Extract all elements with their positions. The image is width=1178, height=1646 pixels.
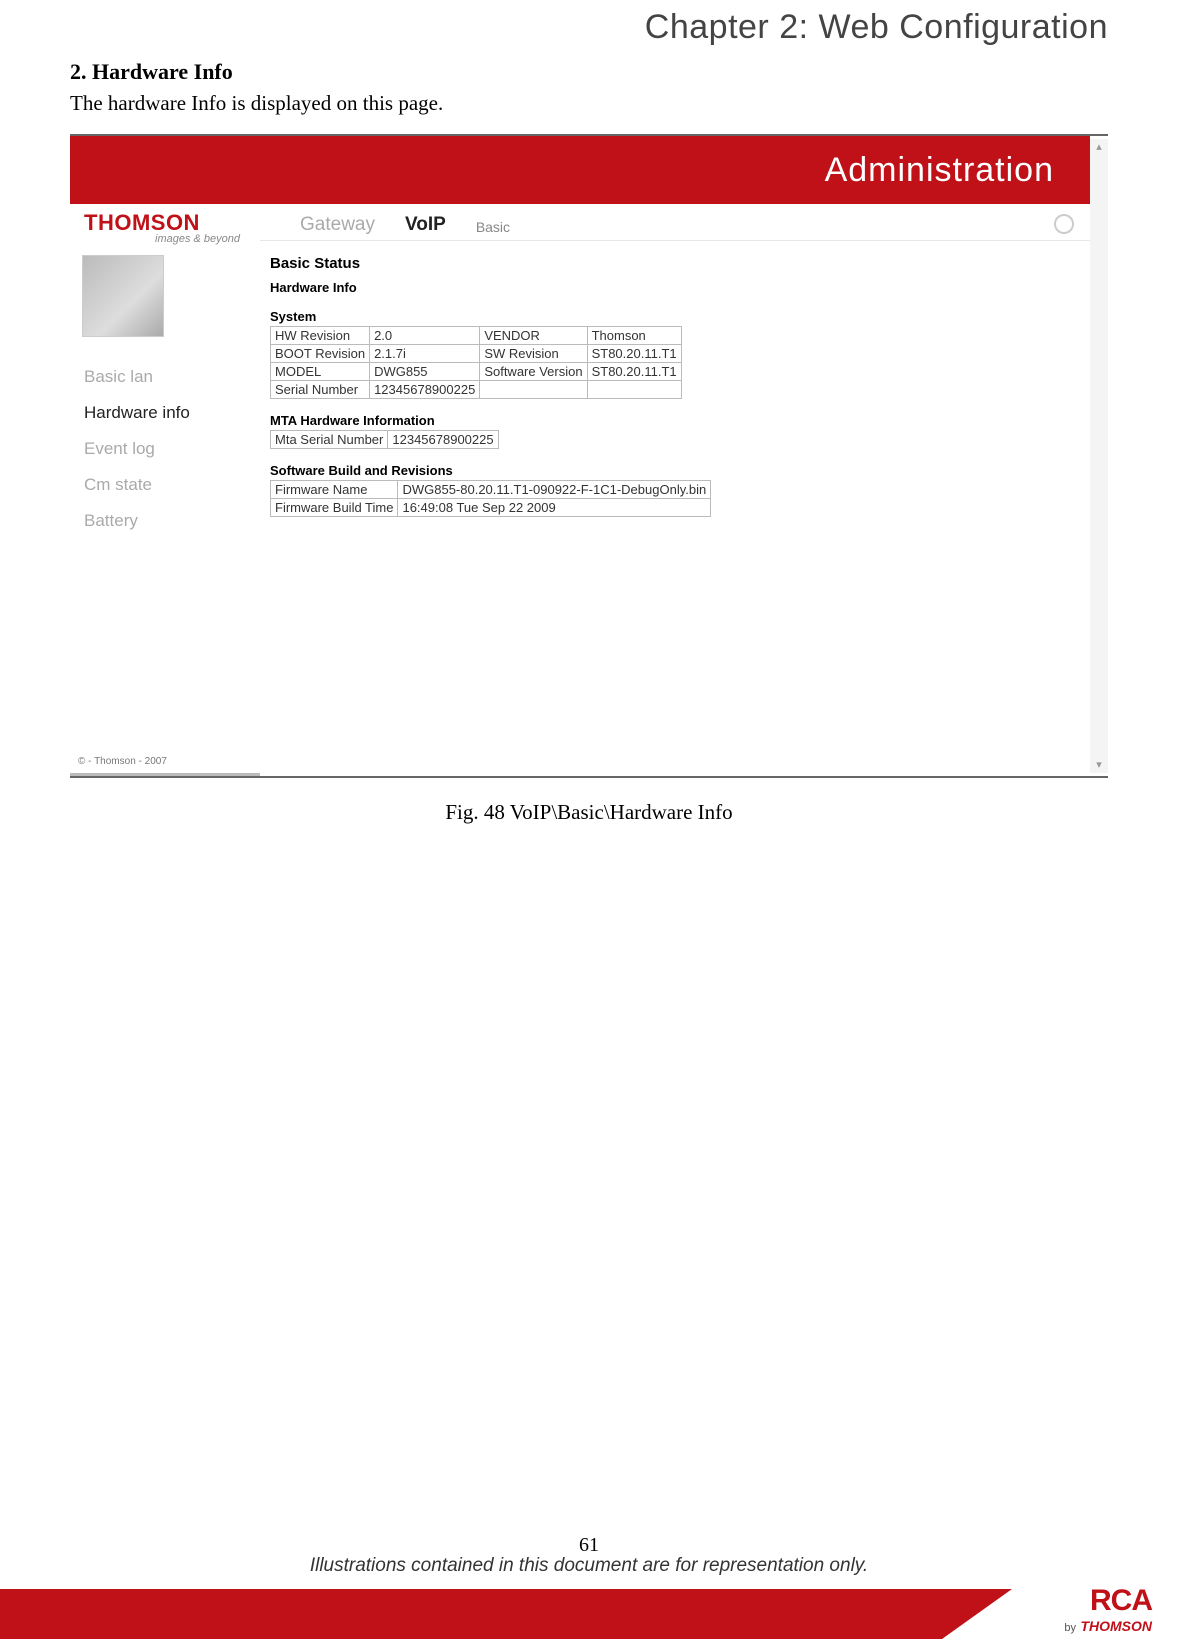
table-row: Firmware Name DWG855-80.20.11.T1-090922-…: [271, 481, 711, 499]
footer-bar: [0, 1589, 1178, 1639]
banner-title: Administration: [825, 151, 1054, 190]
build-table-header: Software Build and Revisions: [270, 463, 1080, 478]
left-column: THOMSON images & beyond Basic lan Hardwa…: [70, 204, 260, 776]
copyright: © - Thomson - 2007: [78, 756, 167, 767]
footer-by: by: [1064, 1622, 1076, 1634]
screenshot-frame: ▴ ▾ Administration THOMSON images & beyo…: [70, 134, 1108, 778]
sidebar-item-cm-state[interactable]: Cm state: [70, 467, 260, 503]
table-row: BOOT Revision 2.1.7i SW Revision ST80.20…: [271, 345, 682, 363]
mta-table-header: MTA Hardware Information: [270, 413, 1080, 428]
tab-voip[interactable]: VoIP: [405, 214, 446, 240]
decorative-image: [82, 255, 164, 337]
footer-brand: RCA: [1090, 1584, 1152, 1617]
sidebar-item-basic-lan[interactable]: Basic lan: [70, 359, 260, 395]
scrollbar[interactable]: ▴ ▾: [1090, 139, 1108, 773]
banner: Administration: [70, 136, 1090, 204]
mta-table: Mta Serial Number 12345678900225: [270, 430, 499, 449]
body-text: The hardware Info is displayed on this p…: [70, 91, 1108, 116]
figure-caption: Fig. 48 VoIP\Basic\Hardware Info: [70, 800, 1108, 825]
page-number: 61: [0, 1534, 1178, 1557]
subtab-basic[interactable]: Basic: [476, 219, 510, 240]
system-table-header: System: [270, 309, 1080, 324]
table-row: Serial Number 12345678900225: [271, 381, 682, 399]
sidebar-item-battery[interactable]: Battery: [70, 503, 260, 539]
footer-logo: RCA by THOMSON: [1064, 1584, 1152, 1636]
chapter-title: Chapter 2: Web Configuration: [70, 0, 1108, 47]
content-subtitle: Hardware Info: [270, 280, 1080, 295]
main-area: Gateway VoIP Basic Basic Status Hardware…: [260, 204, 1090, 776]
table-row: HW Revision 2.0 VENDOR Thomson: [271, 327, 682, 345]
sidebar-item-hardware-info[interactable]: Hardware info: [70, 395, 260, 431]
logo: THOMSON images & beyond: [84, 210, 260, 245]
refresh-icon[interactable]: [1054, 214, 1074, 234]
sidebar-item-event-log[interactable]: Event log: [70, 431, 260, 467]
side-nav: Basic lan Hardware info Event log Cm sta…: [70, 359, 260, 539]
scroll-up-icon[interactable]: ▴: [1093, 141, 1105, 153]
section-heading: 2. Hardware Info: [70, 59, 1108, 85]
system-table: HW Revision 2.0 VENDOR Thomson BOOT Revi…: [270, 326, 682, 399]
table-row: Firmware Build Time 16:49:08 Tue Sep 22 …: [271, 499, 711, 517]
footer-maker: THOMSON: [1080, 1618, 1152, 1634]
page-footer: 61 Illustrations contained in this docum…: [0, 1534, 1178, 1646]
table-row: Mta Serial Number 12345678900225: [271, 431, 499, 449]
scroll-down-icon[interactable]: ▾: [1093, 759, 1105, 771]
build-table: Firmware Name DWG855-80.20.11.T1-090922-…: [270, 480, 711, 517]
footer-disclaimer: Illustrations contained in this document…: [0, 1555, 1178, 1577]
tab-gateway[interactable]: Gateway: [300, 214, 375, 240]
table-row: MODEL DWG855 Software Version ST80.20.11…: [271, 363, 682, 381]
tab-bar: Gateway VoIP Basic: [260, 204, 1090, 241]
content-title: Basic Status: [270, 255, 1080, 272]
